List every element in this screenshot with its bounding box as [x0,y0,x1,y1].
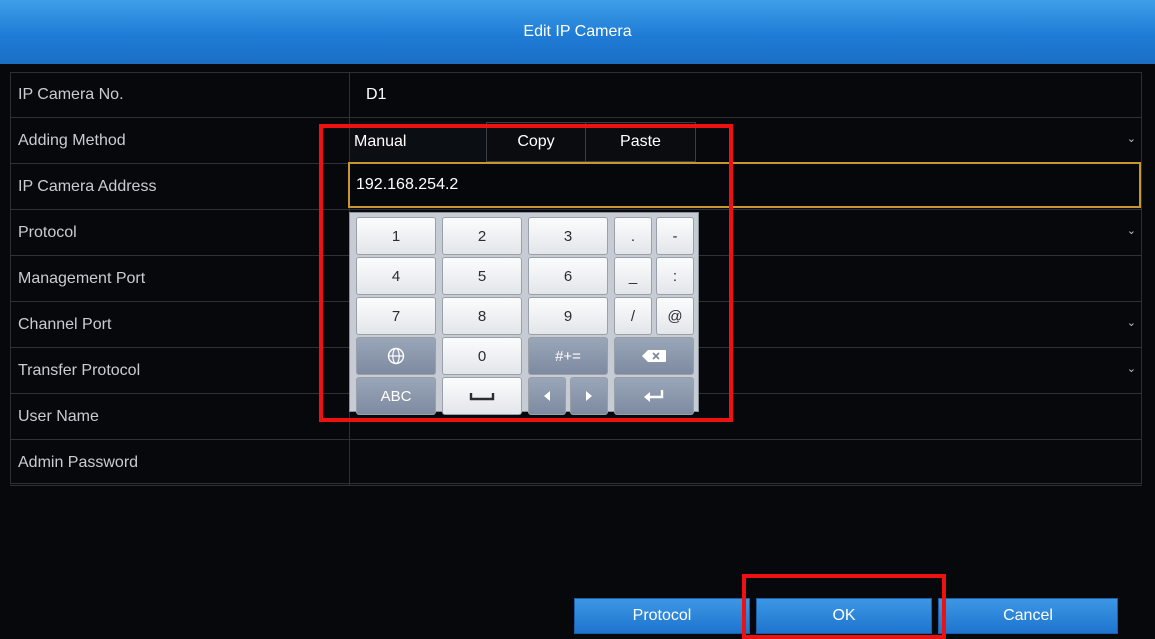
copy-button[interactable]: Copy [486,122,586,162]
adding-method-control: Manual Copy Paste [350,122,696,162]
protocol-button[interactable]: Protocol [574,598,750,634]
key-6[interactable]: 6 [528,257,608,295]
chevron-down-icon[interactable]: ⌄ [1127,224,1136,237]
field-label: Management Port [10,256,350,301]
chevron-down-icon[interactable]: ⌄ [1127,362,1136,375]
backspace-icon [642,350,666,362]
key-2[interactable]: 2 [442,217,522,255]
chevron-down-icon[interactable]: ⌄ [1127,316,1136,329]
dialog-title-bar: Edit IP Camera [0,0,1155,64]
key-9[interactable]: 9 [528,297,608,335]
key-8[interactable]: 8 [442,297,522,335]
key-7[interactable]: 7 [356,297,436,335]
cancel-button[interactable]: Cancel [938,598,1118,634]
space-key[interactable] [442,377,522,415]
enter-key[interactable] [614,377,694,415]
key-slash[interactable]: / [614,297,652,335]
field-label: Adding Method [10,118,350,163]
symbols-key[interactable]: #+= [528,337,608,375]
right-arrow-icon [586,391,592,401]
paste-button[interactable]: Paste [586,122,696,162]
field-label: User Name [10,394,350,439]
right-arrow-key[interactable] [570,377,608,415]
globe-icon [387,347,405,365]
field-label: Transfer Protocol [10,348,350,393]
key-5[interactable]: 5 [442,257,522,295]
chevron-down-icon[interactable]: ⌄ [1127,132,1136,145]
field-row-ip-camera-no: IP Camera No. D1 [10,72,1142,118]
key-at[interactable]: @ [656,297,694,335]
key-colon[interactable]: : [656,257,694,295]
on-screen-keypad: 1 2 3 . - 4 5 6 _ : 7 8 9 / @ 0 #+= ABC [349,212,699,415]
field-label: Protocol [10,210,350,255]
ip-camera-no-value: D1 [366,85,387,103]
field-label: IP Camera No. [10,72,350,117]
key-0[interactable]: 0 [442,337,522,375]
ok-button[interactable]: OK [756,598,932,634]
key-1[interactable]: 1 [356,217,436,255]
abc-key[interactable]: ABC [356,377,436,415]
key-4[interactable]: 4 [356,257,436,295]
ip-address-input[interactable]: 192.168.254.2 [348,162,1141,208]
left-arrow-key[interactable] [528,377,566,415]
field-label: Channel Port [10,302,350,347]
backspace-key[interactable] [614,337,694,375]
field-row-admin-password[interactable]: Admin Password [10,440,1142,486]
field-label: Admin Password [10,440,350,485]
space-icon [469,393,495,401]
key-3[interactable]: 3 [528,217,608,255]
key-underscore[interactable]: _ [614,257,652,295]
key-dash[interactable]: - [656,217,694,255]
key-dot[interactable]: . [614,217,652,255]
left-arrow-icon [544,391,550,401]
globe-key[interactable] [356,337,436,375]
enter-icon [644,390,664,402]
dialog-title: Edit IP Camera [523,23,632,40]
adding-method-select[interactable]: Manual [350,122,486,162]
field-label: IP Camera Address [10,164,350,209]
